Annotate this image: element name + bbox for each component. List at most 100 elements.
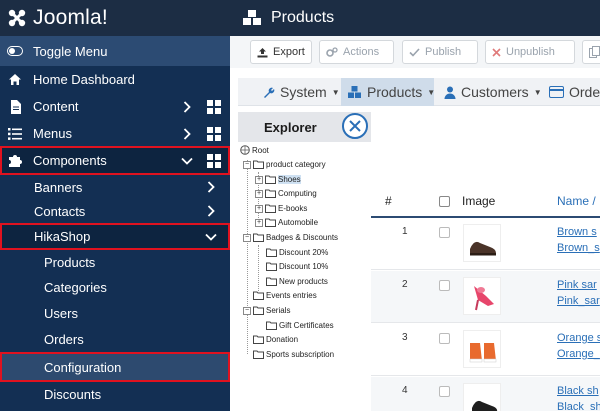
home-icon [7, 72, 23, 88]
collapse-icon[interactable]: − [243, 306, 251, 315]
tree-node-new-products[interactable]: New products [266, 277, 328, 286]
hikashop-menubar: System ▼ Products ▼ Customers ▼ Orders [238, 78, 600, 106]
tree-node-gift-certificates[interactable]: Gift Certificates [266, 321, 334, 330]
sidebar-item-hikashop[interactable]: HikaShop [0, 223, 230, 250]
sidebar-item-discounts[interactable]: Discounts [0, 382, 230, 406]
actions-button[interactable]: Actions [319, 40, 394, 64]
collapse-icon[interactable]: − [243, 233, 251, 242]
product-thumbnail[interactable] [463, 330, 501, 368]
globe-icon [240, 145, 250, 155]
times-icon [492, 47, 501, 57]
tree-node-label: Discount 10% [279, 262, 329, 271]
publish-button[interactable]: Publish [402, 40, 478, 64]
menu-system[interactable]: System ▼ [256, 78, 340, 106]
menu-products[interactable]: Products ▼ [341, 78, 435, 106]
product-name-link[interactable]: Black sh [557, 385, 599, 397]
tree-node-serials[interactable]: − Serials [243, 306, 290, 315]
folder-icon [266, 321, 277, 330]
product-name-link[interactable]: Pink sar [557, 279, 597, 291]
tree-node-product-category[interactable]: − product category [243, 160, 326, 169]
chevron-right-icon[interactable] [204, 181, 218, 193]
product-code-link[interactable]: Pink_sar [557, 295, 600, 307]
close-icon[interactable] [342, 113, 368, 139]
dashboard-grid-icon[interactable] [206, 126, 222, 142]
folder-icon [265, 218, 276, 227]
row-checkbox[interactable] [439, 280, 450, 291]
column-header-name[interactable]: Name / [557, 194, 596, 208]
tree-node-shoes[interactable]: + Shoes [255, 175, 301, 184]
tree-node-sports-subscription[interactable]: Sports subscription [253, 350, 334, 359]
collapse-icon[interactable]: − [243, 160, 251, 169]
expand-icon[interactable]: + [255, 175, 263, 184]
sidebar-item-configuration[interactable]: Configuration [0, 352, 230, 382]
tree-node-discount-10[interactable]: Discount 10% [266, 262, 328, 271]
tree-node-root[interactable]: Root [240, 145, 269, 155]
product-thumbnail[interactable] [463, 277, 501, 315]
page-header: Products [230, 0, 600, 36]
unpublish-label: Unpublish [506, 46, 555, 58]
tree-node-label: Donation [266, 335, 299, 344]
credit-card-icon [549, 86, 564, 98]
sidebar-item-menus[interactable]: Menus [0, 120, 230, 147]
dashboard-grid-icon[interactable] [206, 153, 222, 169]
chevron-right-icon[interactable] [180, 127, 194, 140]
sidebar-item-content[interactable]: Content [0, 93, 230, 120]
sidebar-item-products[interactable]: Products [0, 250, 230, 274]
caret-down-icon: ▼ [533, 87, 542, 97]
tree-node-badges-discounts[interactable]: − Badges & Discounts [243, 233, 338, 242]
sidebar-item-home-dashboard[interactable]: Home Dashboard [0, 66, 230, 93]
file-icon [7, 99, 23, 115]
chevron-right-icon[interactable] [204, 205, 218, 217]
sidebar-item-banners[interactable]: Banners [0, 175, 230, 199]
tree-node-e-books[interactable]: + E-books [255, 204, 307, 213]
product-thumbnail[interactable] [463, 224, 501, 262]
cubes-icon [242, 10, 262, 26]
menu-orders[interactable]: Orders [543, 78, 600, 106]
copy-button[interactable] [582, 40, 600, 64]
sidebar-item-components[interactable]: Components [0, 146, 230, 175]
product-thumbnail[interactable] [463, 383, 501, 411]
menu-customers[interactable]: Customers ▼ [438, 78, 542, 106]
product-name-link[interactable]: Orange s [557, 332, 600, 344]
product-code-link[interactable]: Orange_ [557, 348, 600, 360]
category-explorer: Explorer Root − product category + Shoes… [238, 110, 371, 370]
folder-icon [253, 291, 264, 300]
brand-name[interactable]: Joomla! [33, 6, 108, 30]
sidebar-item-categories[interactable]: Categories [0, 275, 230, 299]
sidebar-item-label: Categories [44, 279, 107, 295]
expand-icon[interactable]: + [255, 204, 263, 213]
export-button[interactable]: Export [250, 40, 312, 64]
toggle-menu-button[interactable]: Toggle Menu [0, 36, 230, 66]
dashboard-grid-icon[interactable] [206, 99, 222, 115]
row-checkbox[interactable] [439, 227, 450, 238]
cogs-icon [326, 46, 338, 58]
row-checkbox[interactable] [439, 333, 450, 344]
select-all-checkbox[interactable] [439, 196, 450, 207]
chevron-down-icon[interactable] [204, 233, 218, 241]
row-number: 2 [402, 279, 408, 290]
product-code-link[interactable]: Brown_s [557, 242, 600, 254]
sidebar-item-users[interactable]: Users [0, 301, 230, 325]
unpublish-button[interactable]: Unpublish [485, 40, 575, 64]
tree-node-automobile[interactable]: + Automobile [255, 218, 318, 227]
row-number: 3 [402, 332, 408, 343]
table-row: 4 Black sh Black_sh [371, 377, 600, 411]
tree-node-computing[interactable]: + Computing [255, 189, 317, 198]
tree-node-donation[interactable]: Donation [253, 335, 298, 344]
caret-down-icon: ▼ [331, 87, 340, 97]
expand-icon[interactable]: + [255, 218, 263, 227]
chevron-down-icon[interactable] [180, 157, 194, 165]
sidebar-item-orders[interactable]: Orders [0, 327, 230, 351]
sidebar-item-contacts[interactable]: Contacts [0, 199, 230, 223]
product-name-link[interactable]: Brown s [557, 226, 597, 238]
expand-icon[interactable]: + [255, 189, 263, 198]
product-code-link[interactable]: Black_sh [557, 401, 600, 411]
row-checkbox[interactable] [439, 386, 450, 397]
tree-node-discount-20[interactable]: Discount 20% [266, 248, 328, 257]
sidebar: Joomla! Toggle Menu Home Dashboard Conte… [0, 0, 230, 411]
joomla-logo-icon[interactable] [6, 7, 28, 29]
tree-node-events-entries[interactable]: Events entries [253, 291, 317, 300]
column-header-image: Image [462, 194, 496, 208]
chevron-right-icon[interactable] [180, 100, 194, 113]
products-table: # Image Name / 1 Brown s Brown_s 2 Pink … [371, 186, 600, 411]
